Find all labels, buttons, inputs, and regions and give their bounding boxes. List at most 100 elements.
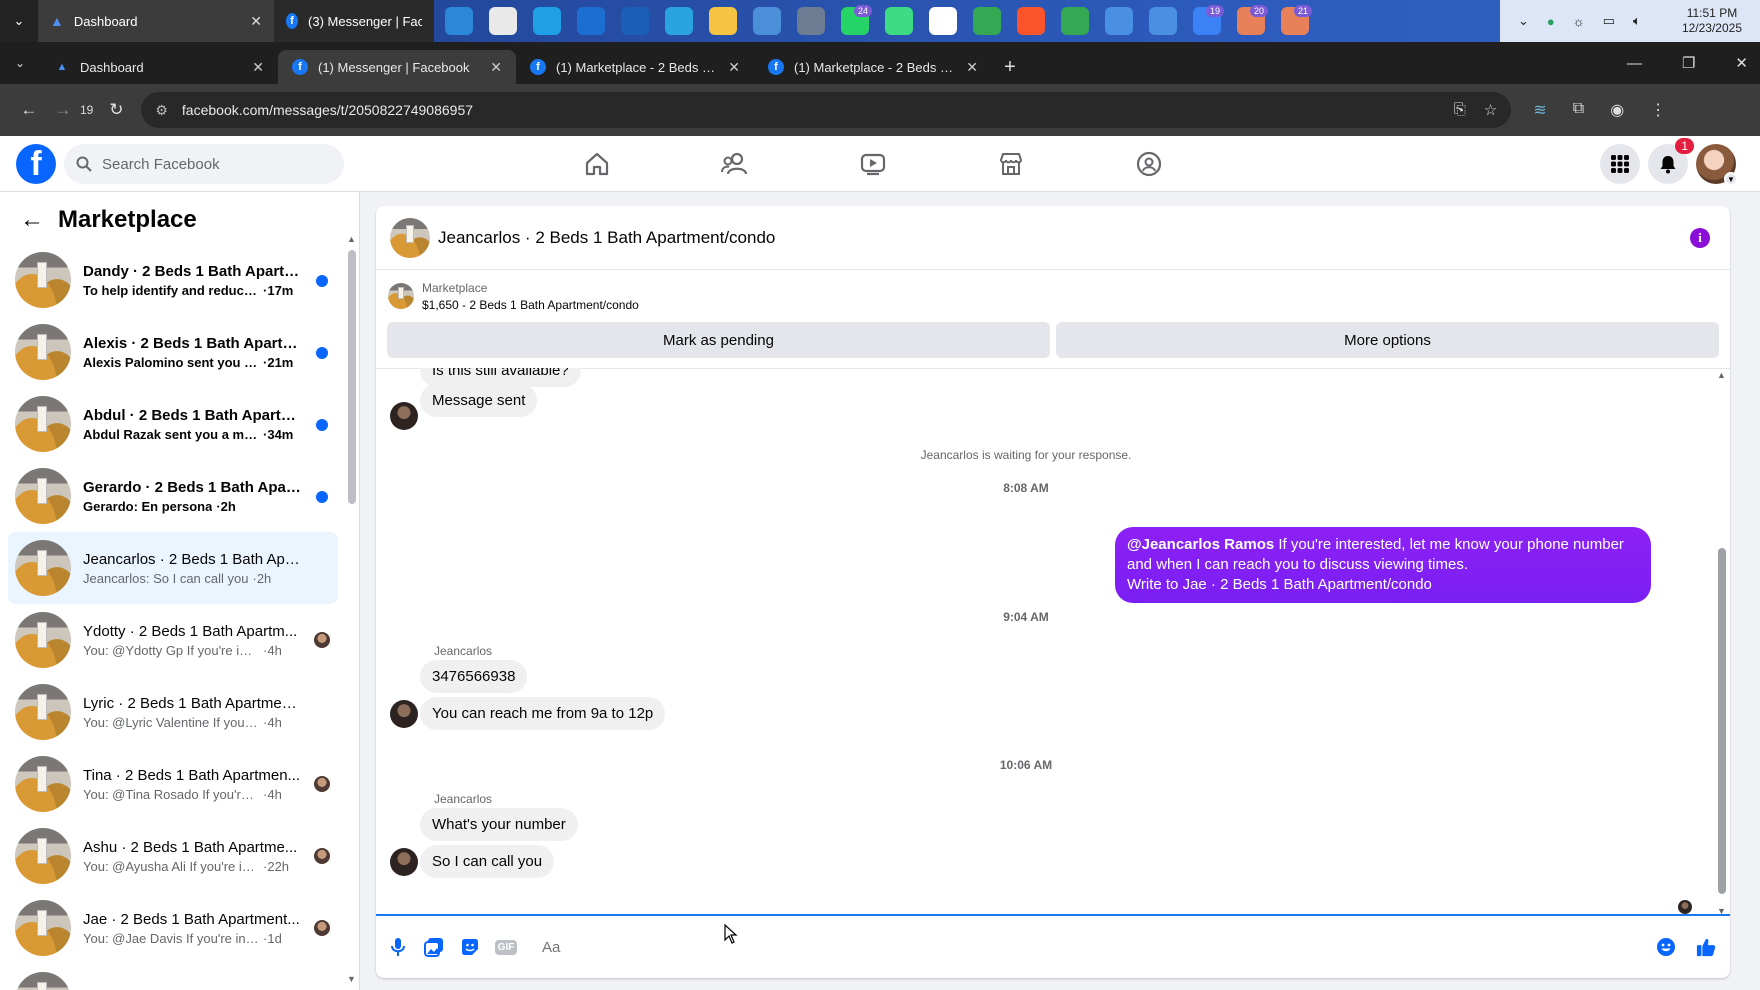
taskbar-tab-dashboard[interactable]: ▲ Dashboard ✕ <box>38 0 274 42</box>
thumbs-up-icon[interactable] <box>1696 937 1716 957</box>
profile-chrome-21-icon[interactable]: 21 <box>1276 3 1314 39</box>
notifications-button[interactable]: 1 <box>1648 138 1694 184</box>
extensions-puzzle-icon[interactable]: ⧉ <box>1573 100 1584 120</box>
bookmark-star-icon[interactable]: ☆ <box>1484 101 1497 119</box>
message-bubble[interactable]: You can reach me from 9a to 12p <box>420 697 666 730</box>
file-explorer-icon[interactable] <box>704 3 742 39</box>
clock[interactable]: 11:51 PM 12/23/2025 <box>1682 6 1742 36</box>
gif-icon[interactable]: GIF <box>494 937 518 957</box>
tools-icon[interactable] <box>792 3 830 39</box>
close-icon[interactable]: ✕ <box>250 13 262 30</box>
facebook-search[interactable]: Search Facebook <box>64 144 344 184</box>
extension-wave-icon[interactable]: ≋ <box>1533 100 1546 120</box>
install-app-icon[interactable]: ⎘ <box>1454 101 1466 119</box>
brightness-icon[interactable]: ☼ <box>1573 14 1585 29</box>
conversation-item[interactable]: Gerardo · 2 Beds 1 Bath Apart... Gerardo:… <box>8 460 338 532</box>
display-icon[interactable]: ▭ <box>1603 13 1615 29</box>
info-icon[interactable]: i <box>1690 228 1710 248</box>
nav-marketplace[interactable] <box>942 136 1080 192</box>
scroll-up-arrow-icon[interactable]: ▲ <box>1717 370 1726 380</box>
conversation-item[interactable]: Alexis · 2 Beds 1 Bath Apartme... Alexis … <box>8 316 338 388</box>
forward-arrow-icon[interactable]: → <box>46 100 80 120</box>
app-tray-icon[interactable]: ● <box>1547 14 1555 29</box>
close-tab-icon[interactable]: ✕ <box>252 59 264 76</box>
close-tab-icon[interactable]: ✕ <box>490 59 502 76</box>
scrollbar-thumb[interactable] <box>1718 548 1726 894</box>
link-icon[interactable] <box>968 3 1006 39</box>
close-tab-icon[interactable]: ✕ <box>728 59 740 76</box>
conversation-item[interactable]: Tina · 2 Beds 1 Bath Apartmen... You: @Ti… <box>8 748 338 820</box>
message-bubble[interactable]: 3476566938 <box>420 660 528 693</box>
profile-icon[interactable]: ◉ <box>1610 100 1624 120</box>
tab-search-dropdown[interactable]: ⌄ <box>0 42 40 84</box>
more-options-button[interactable]: More options <box>1056 322 1719 358</box>
more-menu-icon[interactable]: ⋮ <box>1650 100 1666 120</box>
back-arrow-icon[interactable]: ← <box>12 100 46 120</box>
back-arrow-icon[interactable]: ← <box>20 206 44 234</box>
scrollbar-thumb[interactable] <box>348 250 356 504</box>
avatar[interactable] <box>390 700 418 728</box>
outgoing-message[interactable]: @Jeancarlos Ramos If you're interested, … <box>1115 527 1651 603</box>
url-omnibox[interactable]: ⚙ facebook.com/messages/t/20508227490869… <box>141 92 1512 128</box>
thread-scrollbar[interactable]: ▲ ▼ <box>1717 368 1726 916</box>
nav-video[interactable] <box>804 136 942 192</box>
windows-start-icon[interactable] <box>440 3 478 39</box>
whatsapp-icon[interactable]: 24 <box>836 3 874 39</box>
conversation-item[interactable]: Ashu · 2 Beds 1 Bath Apartme... You: @Ayu… <box>8 820 338 892</box>
minimize-icon[interactable]: — <box>1627 55 1642 72</box>
close-tab-icon[interactable]: ✕ <box>966 59 978 76</box>
conversation-item[interactable]: Dandy · 2 Beds 1 Bath Apartm... To help i… <box>8 244 338 316</box>
message-bubble[interactable]: What's your number <box>420 808 578 841</box>
message-bubble[interactable]: So I can call you <box>420 845 555 878</box>
android-icon[interactable] <box>880 3 918 39</box>
conversation-item[interactable]: Jeancarlos · 2 Beds 1 Bath Apart... Jeanc… <box>8 532 338 604</box>
site-info-icon[interactable]: ⚙ <box>155 102 168 119</box>
browser-tab-marketplace-1[interactable]: f (1) Marketplace - 2 Beds 1 Bath ✕ <box>516 50 754 84</box>
browser-tab-messenger[interactable]: f (1) Messenger | Facebook ✕ <box>278 50 516 84</box>
conversation-title[interactable]: Jeancarlos · 2 Beds 1 Bath Apartment/con… <box>438 228 775 248</box>
avatar[interactable] <box>390 402 418 430</box>
scroll-up-arrow-icon[interactable]: ▲ <box>347 234 356 244</box>
volume-icon[interactable]: 🔈︎ <box>1633 13 1641 29</box>
taskbar-tab-dropdown[interactable]: ⌄ <box>0 0 38 42</box>
nav-home[interactable] <box>528 136 666 192</box>
browser-tab-dashboard[interactable]: ▲ Dashboard ✕ <box>40 50 278 84</box>
close-window-icon[interactable]: ✕ <box>1735 54 1748 72</box>
store-icon[interactable] <box>616 3 654 39</box>
sail-icon-2[interactable] <box>1144 3 1182 39</box>
message-link[interactable]: Write to Jae · 2 Beds 1 Bath Apartment/c… <box>1127 576 1432 593</box>
account-avatar[interactable]: ▼ <box>1696 144 1738 186</box>
new-tab-button[interactable]: + <box>992 50 1028 84</box>
color-picker-icon[interactable] <box>924 3 962 39</box>
outlook-icon[interactable] <box>572 3 610 39</box>
conversation-item[interactable]: Ydotty · 2 Beds 1 Bath Apartm... You: @Yd… <box>8 604 338 676</box>
telegram-icon[interactable] <box>660 3 698 39</box>
chevron-up-icon[interactable]: ⌄ <box>1518 13 1529 29</box>
profile-chrome-19-icon[interactable]: 19 <box>1188 3 1226 39</box>
message-bubble[interactable]: Message sent <box>420 384 538 417</box>
maximize-icon[interactable]: ❐ <box>1682 54 1695 72</box>
taskbar-tab-messenger[interactable]: f (3) Messenger | Facebook <box>274 0 434 42</box>
mark-as-pending-button[interactable]: Mark as pending <box>387 322 1050 358</box>
brave-icon[interactable] <box>1012 3 1050 39</box>
conversation-item[interactable]: Abdul · 2 Beds 1 Bath Apartme... Abdul Ra… <box>8 388 338 460</box>
message-input[interactable] <box>532 929 1640 965</box>
facebook-logo-icon[interactable]: f <box>16 144 56 184</box>
conversation-item[interactable]: Cristoffer Julian · 2 Beds 1 Bat... <box>8 964 338 990</box>
conversation-item[interactable]: Jae · 2 Beds 1 Bath Apartment... You: @Ja… <box>8 892 338 964</box>
listing-thumbnail[interactable] <box>390 217 430 258</box>
reload-icon[interactable]: ↻ <box>99 100 133 120</box>
menu-button[interactable] <box>1600 144 1640 184</box>
sail-icon[interactable] <box>1100 3 1138 39</box>
emoji-icon[interactable] <box>1656 937 1676 957</box>
chrome-icon[interactable] <box>1056 3 1094 39</box>
avatar[interactable] <box>390 848 418 876</box>
nav-friends[interactable] <box>666 136 804 192</box>
mention[interactable]: @Jeancarlos Ramos <box>1127 536 1274 553</box>
search-icon[interactable] <box>484 3 522 39</box>
sidebar-scrollbar[interactable]: ▲ ▼ <box>347 220 356 984</box>
notepad-icon[interactable] <box>748 3 786 39</box>
browser-tab-marketplace-2[interactable]: f (1) Marketplace - 2 Beds 1 Bath ✕ <box>754 50 992 84</box>
profile-chrome-20-icon[interactable]: 20 <box>1232 3 1270 39</box>
photo-icon[interactable] <box>424 937 444 957</box>
